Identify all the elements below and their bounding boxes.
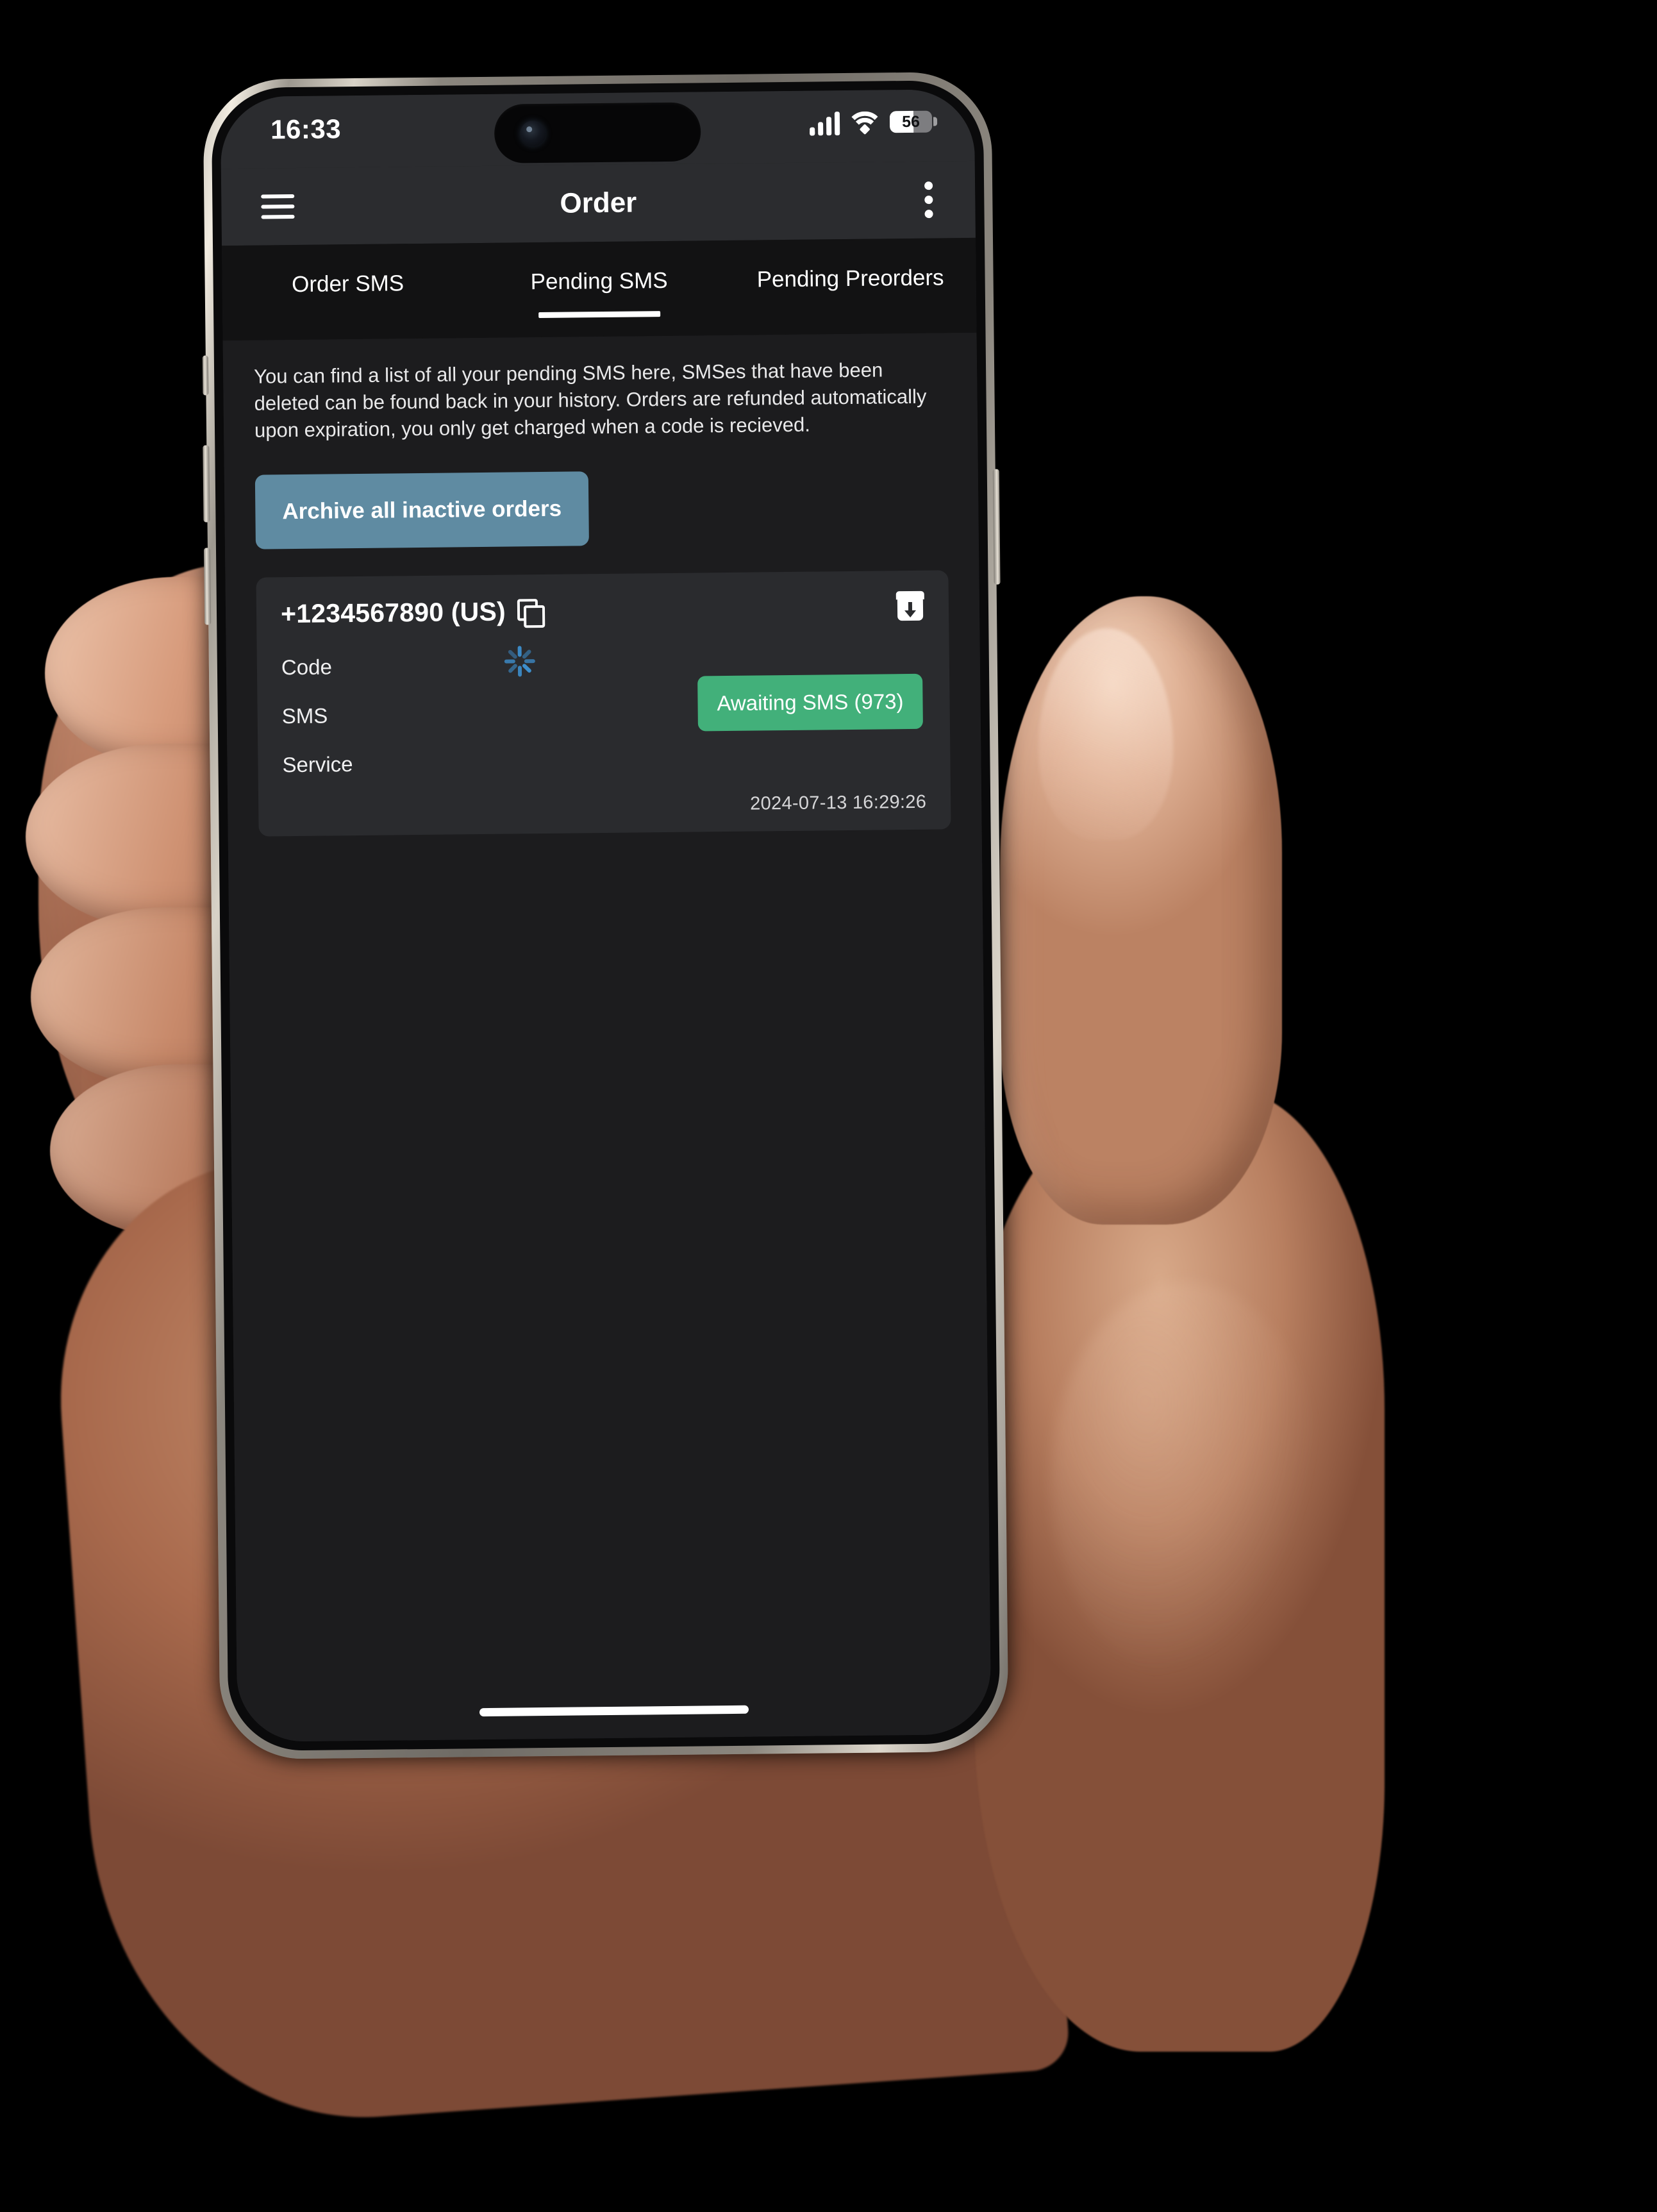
order-card-header: +1234567890 (US) bbox=[281, 592, 924, 630]
cellular-signal-icon bbox=[810, 110, 840, 136]
front-camera-icon bbox=[520, 120, 546, 147]
knuckle-highlight bbox=[1051, 1282, 1320, 1680]
archive-all-inactive-orders-button[interactable]: Archive all inactive orders bbox=[254, 471, 589, 550]
page-title: Order bbox=[560, 187, 637, 219]
order-timestamp: 2024-07-13 16:29:26 bbox=[750, 792, 927, 815]
volume-up-button[interactable] bbox=[203, 445, 210, 523]
copy-icon[interactable] bbox=[517, 599, 545, 628]
phone-screen: 16:33 56 Order Order SMS Pending SMS Pen… bbox=[220, 88, 992, 1743]
battery-icon: 56 bbox=[889, 110, 938, 133]
volume-down-button[interactable] bbox=[203, 548, 212, 625]
order-card[interactable]: +1234567890 (US) Code SMS Service Awaiti… bbox=[256, 570, 951, 837]
tab-bar: Order SMS Pending SMS Pending Preorders bbox=[222, 237, 977, 341]
app-bar: Order bbox=[221, 160, 976, 246]
phone-device: 16:33 56 Order Order SMS Pending SMS Pen… bbox=[202, 71, 1009, 1760]
wifi-icon bbox=[845, 111, 884, 149]
battery-cap bbox=[933, 117, 938, 126]
power-button[interactable] bbox=[992, 469, 1001, 585]
description-text: You can find a list of all your pending … bbox=[253, 358, 927, 442]
thumbnail bbox=[1038, 628, 1173, 840]
status-bar-clock: 16:33 bbox=[270, 113, 342, 145]
tab-pending-sms[interactable]: Pending SMS bbox=[473, 240, 725, 296]
status-bar: 16:33 56 bbox=[220, 88, 975, 169]
status-bar-indicators: 56 bbox=[810, 109, 938, 149]
order-phone-number: +1234567890 (US) bbox=[280, 597, 506, 629]
silent-switch[interactable] bbox=[202, 355, 209, 396]
battery-percent-label: 56 bbox=[902, 112, 920, 131]
loading-spinner-icon bbox=[503, 645, 537, 679]
thumb-base bbox=[974, 1090, 1385, 2052]
archive-box-icon[interactable] bbox=[895, 591, 924, 621]
tab-pending-preorders[interactable]: Pending Preorders bbox=[724, 238, 976, 293]
kebab-menu-icon[interactable] bbox=[924, 181, 933, 219]
content-area: You can find a list of all your pending … bbox=[222, 332, 992, 1743]
thumb bbox=[1000, 596, 1282, 1225]
order-row-service: Service bbox=[282, 752, 353, 777]
hamburger-menu-icon[interactable] bbox=[261, 194, 295, 219]
tab-order-sms[interactable]: Order SMS bbox=[222, 243, 474, 298]
dynamic-island bbox=[494, 102, 701, 163]
status-badge[interactable]: Awaiting SMS (973) bbox=[697, 674, 923, 732]
order-card-rows: Code SMS Service Awaiting SMS (973) bbox=[281, 637, 926, 790]
